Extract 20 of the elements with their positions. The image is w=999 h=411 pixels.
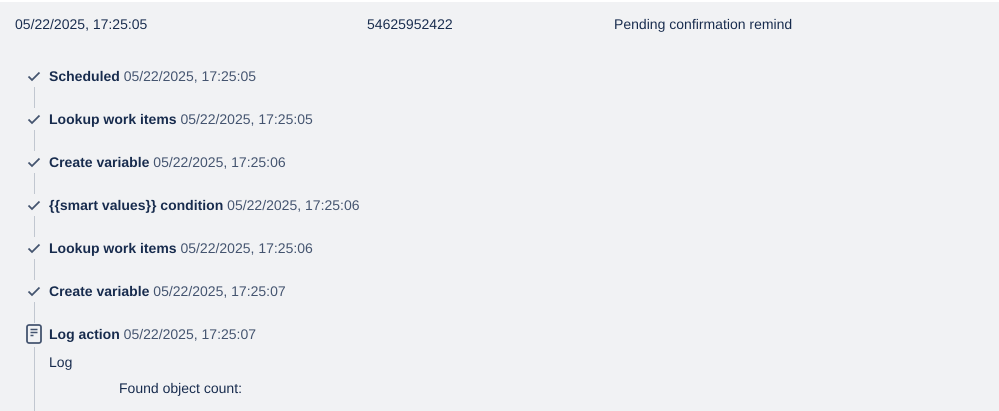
rule-name: Pending confirmation remind — [614, 15, 792, 34]
run-time: 05/22/2025, 17:25:05 — [15, 15, 148, 34]
step-time: 05/22/2025, 17:25:07 — [124, 326, 256, 342]
step-name: {{smart values}} condition — [49, 197, 224, 213]
step-name: Create variable — [49, 283, 150, 299]
step-name: Log action — [49, 326, 120, 342]
step-time: 05/22/2025, 17:25:06 — [180, 240, 313, 256]
step-name: Lookup work items — [49, 111, 177, 127]
step-time: 05/22/2025, 17:25:05 — [180, 111, 313, 127]
step-time: 05/22/2025, 17:25:06 — [153, 154, 286, 170]
step-time: 05/22/2025, 17:25:05 — [124, 68, 256, 84]
run-id: 54625952422 — [367, 15, 454, 34]
step-name: Lookup work items — [49, 240, 177, 256]
document-icon — [26, 324, 42, 344]
step-time: 05/22/2025, 17:25:06 — [227, 197, 360, 213]
log-message: Found object count: — [118, 379, 243, 398]
step-time: 05/22/2025, 17:25:07 — [153, 283, 286, 299]
step-name: Create variable — [49, 154, 150, 170]
log-label: Log — [49, 353, 74, 372]
step-name: Scheduled — [49, 68, 120, 84]
